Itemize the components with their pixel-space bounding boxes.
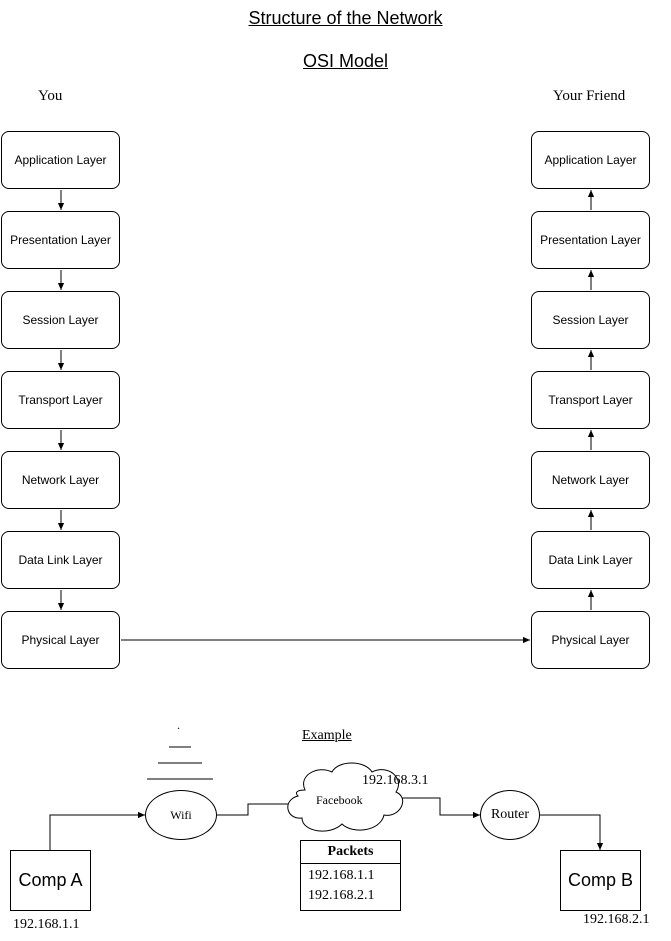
comp-a-node: Comp A bbox=[10, 850, 91, 911]
left-layer-physical: Physical Layer bbox=[1, 611, 120, 669]
packets-row: 192.168.2.1 bbox=[308, 888, 375, 903]
example-heading: Example bbox=[302, 728, 352, 743]
wifi-signal-dot: . bbox=[177, 718, 180, 732]
facebook-ip: 192.168.3.1 bbox=[362, 773, 429, 788]
right-layer-data-link: Data Link Layer bbox=[531, 531, 650, 589]
left-layer-session: Session Layer bbox=[1, 291, 120, 349]
packets-table: Packets 192.168.1.1 192.168.2.1 bbox=[300, 840, 401, 911]
right-layer-presentation: Presentation Layer bbox=[531, 211, 650, 269]
right-layer-application: Application Layer bbox=[531, 131, 650, 189]
arrow-facebook-router bbox=[393, 797, 480, 819]
wifi-node: Wifi bbox=[145, 790, 217, 840]
right-layer-network: Network Layer bbox=[531, 451, 650, 509]
packets-header: Packets bbox=[301, 841, 400, 864]
arrow-router-compb bbox=[540, 814, 604, 850]
comp-b-ip: 192.168.2.1 bbox=[583, 912, 650, 927]
comp-b-node: Comp B bbox=[560, 850, 641, 911]
left-layer-transport: Transport Layer bbox=[1, 371, 120, 429]
left-layer-application: Application Layer bbox=[1, 131, 120, 189]
packets-row: 192.168.1.1 bbox=[308, 868, 375, 883]
right-layer-transport: Transport Layer bbox=[531, 371, 650, 429]
router-node: Router bbox=[480, 790, 540, 840]
left-layer-network: Network Layer bbox=[1, 451, 120, 509]
left-layer-presentation: Presentation Layer bbox=[1, 211, 120, 269]
arrow-compa-wifi bbox=[49, 811, 145, 850]
comp-a-ip: 192.168.1.1 bbox=[13, 917, 80, 932]
right-layer-physical: Physical Layer bbox=[531, 611, 650, 669]
facebook-label: Facebook bbox=[316, 793, 363, 807]
right-layer-session: Session Layer bbox=[531, 291, 650, 349]
left-layer-data-link: Data Link Layer bbox=[1, 531, 120, 589]
